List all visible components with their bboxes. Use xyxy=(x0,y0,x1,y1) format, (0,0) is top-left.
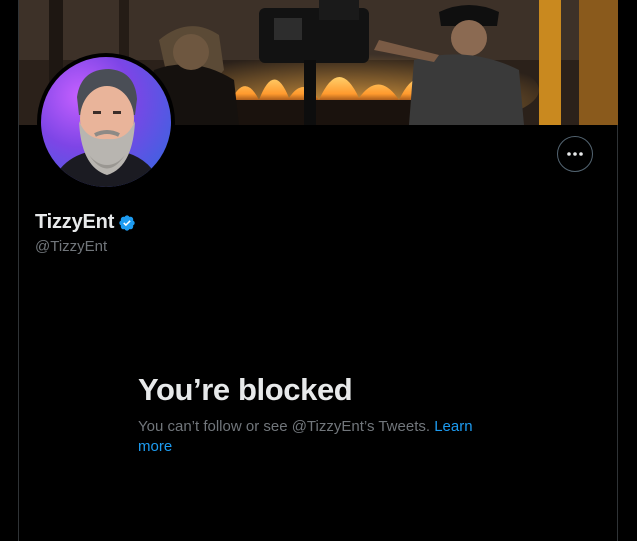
profile-handle: @TizzyEnt xyxy=(35,238,108,255)
profile-column: TizzyEnt @TizzyEnt You’re blocked You ca… xyxy=(18,0,618,541)
more-options-icon xyxy=(567,152,583,156)
blocked-message-block: You can’t follow or see @TizzyEnt’s Twee… xyxy=(138,417,498,457)
blocked-title: You’re blocked xyxy=(138,372,353,407)
blocked-notice: You’re blocked You can’t follow or see @… xyxy=(138,372,498,457)
profile-name-row: TizzyEnt xyxy=(35,211,136,234)
more-options-button[interactable] xyxy=(557,136,593,172)
avatar-photo xyxy=(41,57,171,187)
profile-avatar[interactable] xyxy=(37,53,175,191)
avatar-portrait xyxy=(51,69,161,187)
profile-display-name: TizzyEnt xyxy=(35,211,115,233)
blocked-message: You can’t follow or see @TizzyEnt’s Twee… xyxy=(138,418,431,435)
verified-badge-icon[interactable] xyxy=(118,214,136,232)
